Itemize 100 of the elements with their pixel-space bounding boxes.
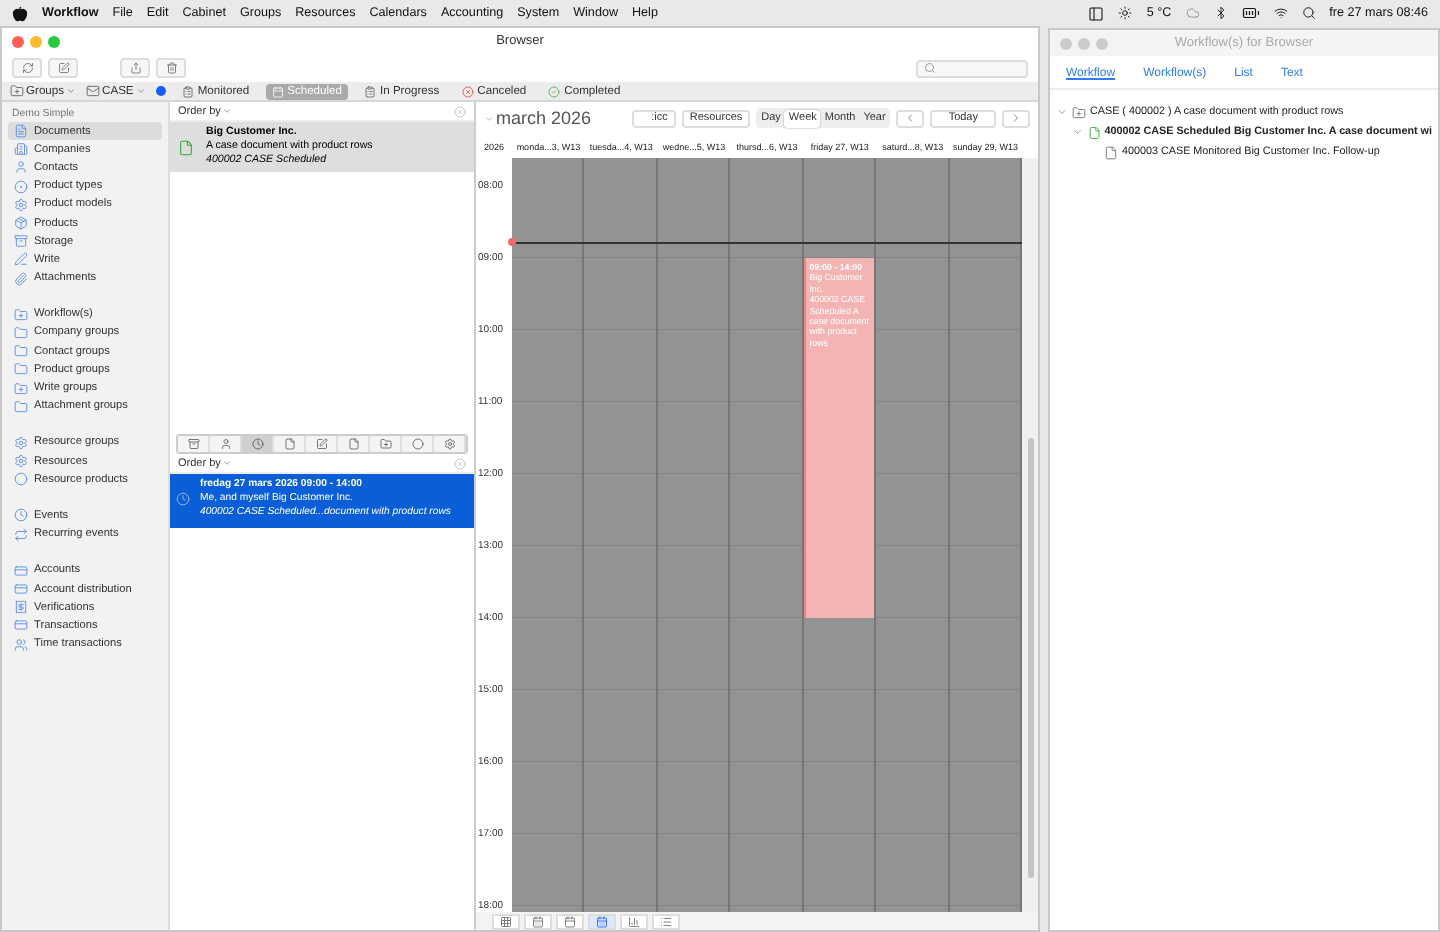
document-icon — [14, 124, 28, 139]
icon-tab[interactable] — [402, 436, 434, 452]
calendar-icon — [596, 915, 608, 927]
close-icon[interactable] — [12, 35, 24, 47]
clock-icon — [14, 508, 28, 523]
folder-icon — [14, 325, 28, 340]
folder-plus-icon — [10, 84, 24, 98]
card-icon — [14, 582, 28, 597]
person-icon — [14, 160, 28, 175]
folder-icon — [14, 399, 28, 414]
folder-plus-icon — [14, 381, 28, 396]
paperclip-icon — [14, 271, 28, 286]
gear-icon — [14, 435, 28, 450]
folder-icon — [1072, 105, 1086, 119]
minimize-icon[interactable] — [30, 35, 42, 47]
calendar-tool-button[interactable] — [524, 913, 552, 929]
icon-tab[interactable] — [338, 436, 370, 452]
dot-icon — [14, 179, 28, 194]
gear-icon — [14, 197, 28, 212]
check-icon — [548, 85, 561, 97]
bar-chart-icon — [628, 915, 640, 927]
month-title[interactable]: march 2026 — [484, 108, 592, 128]
archive-icon — [187, 438, 199, 450]
folder-icon — [14, 344, 28, 359]
card-icon — [14, 563, 28, 578]
clipboard-icon — [364, 85, 376, 97]
search-field[interactable] — [916, 59, 1028, 77]
circle-icon — [411, 438, 423, 450]
calendar-tool-button[interactable] — [556, 913, 584, 929]
box-icon — [14, 216, 28, 231]
edit-icon — [57, 62, 69, 74]
status-dot-icon — [155, 86, 166, 96]
building-icon — [14, 142, 28, 157]
repeat-icon — [14, 527, 28, 542]
document-icon — [178, 139, 194, 155]
envelope-icon — [86, 84, 101, 98]
card-icon — [14, 618, 28, 633]
edit-icon — [315, 438, 327, 450]
chevron-icon — [222, 458, 233, 468]
search-icon — [1301, 6, 1316, 20]
calendar-icon — [564, 915, 576, 927]
trash-icon — [165, 62, 177, 74]
pen-icon — [14, 252, 28, 267]
clipboard-icon — [181, 85, 194, 97]
file-icon — [1104, 145, 1118, 159]
clock-icon — [176, 492, 190, 506]
gear-icon — [14, 454, 28, 469]
icon-tab[interactable] — [274, 436, 306, 452]
icon-tab[interactable] — [370, 436, 402, 452]
sidebar-toggle-icon — [1088, 5, 1105, 21]
icon-tab[interactable] — [178, 436, 210, 452]
chevron-icon — [484, 113, 494, 123]
calendar-icon — [271, 85, 284, 97]
zoom-icon[interactable] — [48, 35, 60, 47]
refresh-button[interactable] — [12, 58, 42, 78]
folder-icon — [14, 362, 28, 377]
chevron-icon — [135, 86, 146, 96]
icon-tab[interactable] — [434, 436, 466, 452]
search-icon — [924, 62, 936, 74]
apple-icon — [12, 5, 28, 21]
chevron-right-icon — [1010, 112, 1022, 124]
share-button[interactable] — [120, 58, 150, 78]
list-icon — [660, 915, 672, 927]
cancel-icon — [461, 85, 474, 97]
clear-icon[interactable] — [454, 105, 466, 117]
icon-tab[interactable] — [210, 436, 242, 452]
file-icon — [1087, 125, 1101, 139]
battery-icon — [1241, 4, 1260, 22]
file-icon — [347, 438, 359, 450]
refresh-icon — [21, 62, 33, 74]
next-button[interactable] — [1002, 109, 1030, 127]
clock-icon — [251, 438, 263, 450]
icon-tab[interactable] — [306, 436, 338, 452]
clear-icon[interactable] — [454, 457, 466, 469]
scrollbar-thumb[interactable] — [1027, 438, 1033, 878]
chevron-icon — [66, 86, 77, 96]
calendar-tool-button[interactable] — [588, 913, 616, 929]
calendar-tool-button[interactable] — [652, 913, 680, 929]
receipt-icon — [14, 600, 28, 615]
previous-button[interactable] — [896, 109, 925, 127]
sun-icon — [1118, 6, 1133, 20]
person-icon — [219, 438, 231, 450]
cloud-icon — [1185, 6, 1200, 20]
gear-icon — [443, 438, 455, 450]
calendar-icon — [532, 915, 544, 927]
archive-icon — [14, 234, 28, 249]
people-icon — [14, 637, 28, 652]
wifi-icon — [1273, 6, 1288, 20]
file-icon — [283, 438, 295, 450]
circle-icon — [14, 472, 28, 487]
calendar-tool-button[interactable] — [620, 913, 648, 929]
bluetooth-icon — [1213, 6, 1228, 20]
icon-tab[interactable] — [242, 436, 274, 452]
calendar-tool-button[interactable] — [492, 913, 520, 929]
share-icon — [129, 62, 141, 74]
chevron-left-icon — [904, 112, 917, 124]
edit-button[interactable] — [48, 58, 78, 78]
grid-icon — [500, 915, 512, 927]
chevron-icon — [222, 106, 233, 116]
trash-button[interactable] — [156, 58, 186, 78]
